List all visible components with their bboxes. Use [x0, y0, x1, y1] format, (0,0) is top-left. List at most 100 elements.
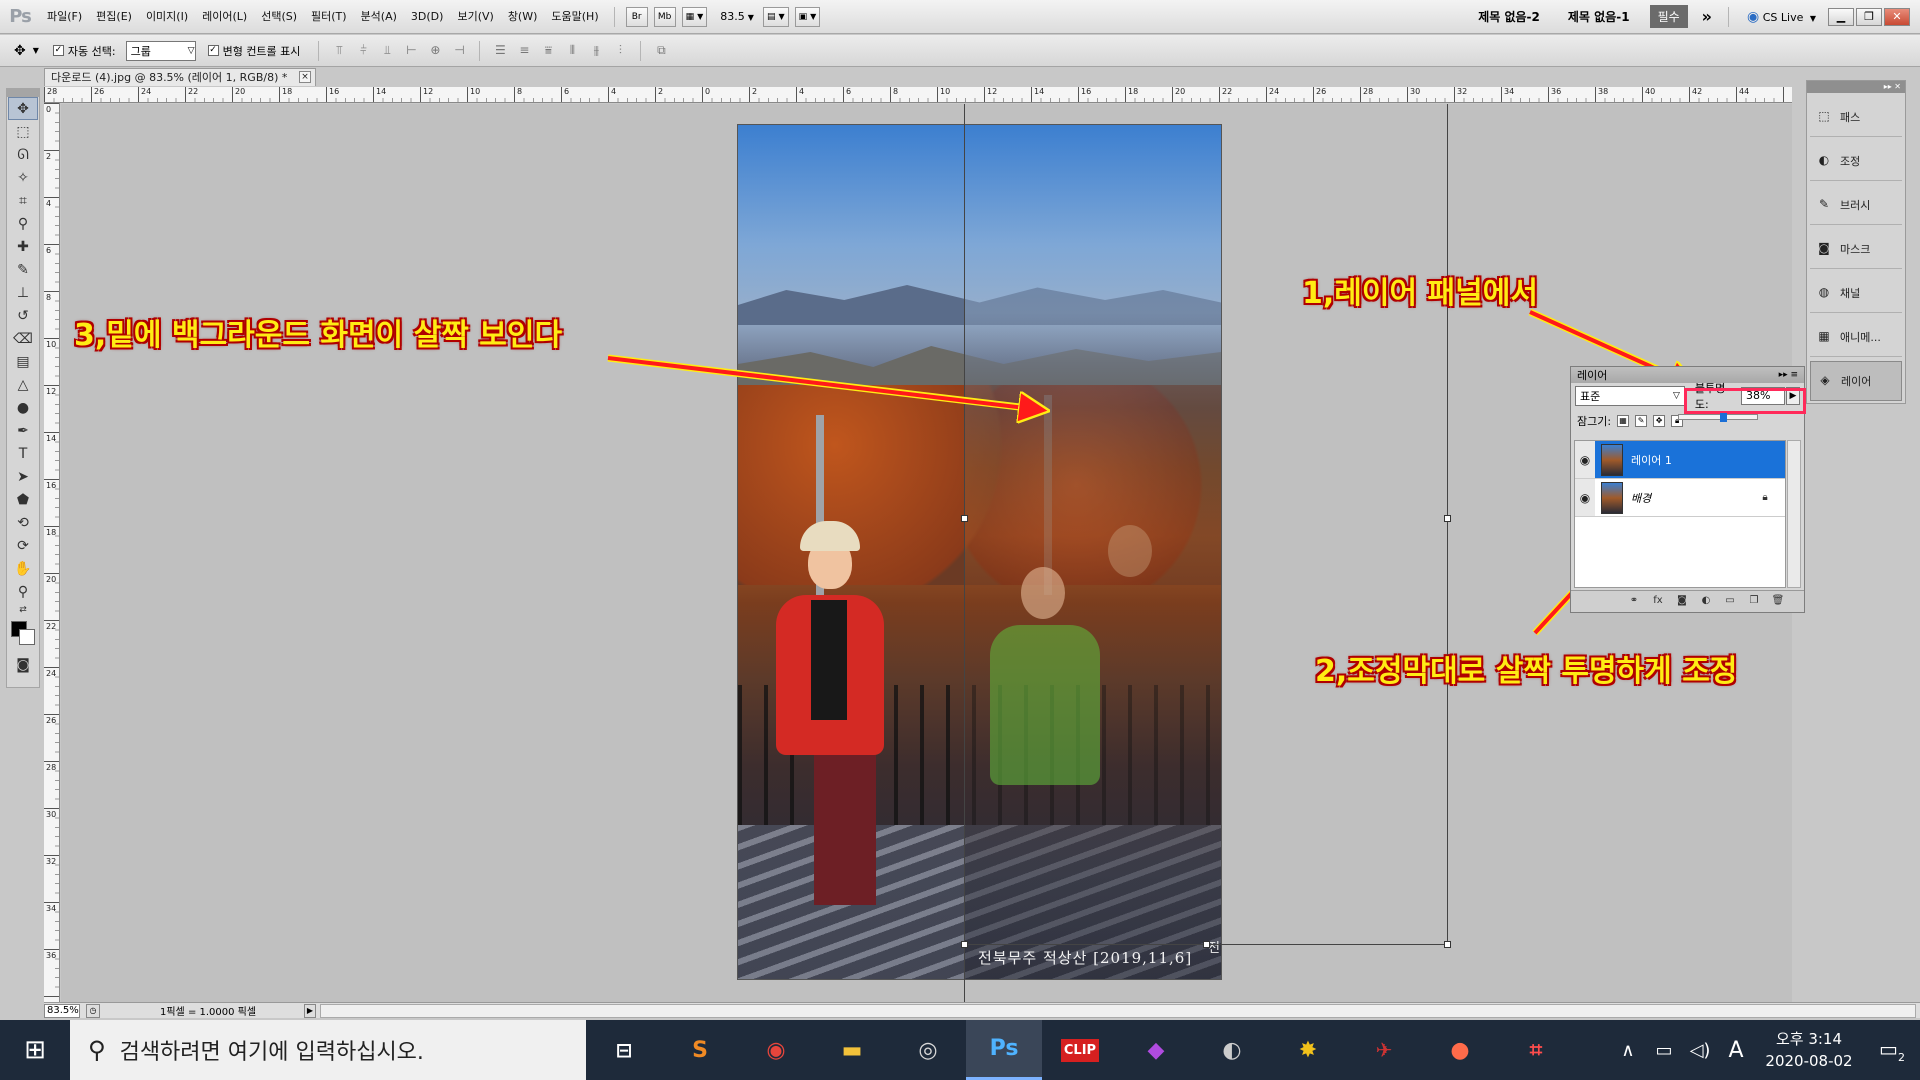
- minimize-button[interactable]: ▁: [1828, 7, 1854, 26]
- menu-3d[interactable]: 3D(D): [404, 0, 451, 34]
- lock-position-icon[interactable]: ✥: [1653, 415, 1666, 427]
- link-layers-icon[interactable]: ⚭: [1626, 595, 1642, 609]
- panel-tab-paths[interactable]: ⬚ 패스: [1810, 97, 1902, 137]
- close-document-icon[interactable]: ×: [299, 71, 311, 83]
- panel-tab-brushes[interactable]: ✎ 브러시: [1810, 185, 1902, 225]
- menu-view[interactable]: 보기(V): [450, 0, 500, 34]
- healing-brush-tool-icon[interactable]: ✚: [8, 235, 38, 258]
- path-select-tool-icon[interactable]: ➤: [8, 465, 38, 488]
- transform-handle-br[interactable]: [1444, 941, 1451, 948]
- close-window-button[interactable]: ✕: [1884, 7, 1910, 26]
- align-left-icon[interactable]: ⊢: [402, 43, 420, 59]
- lock-transparent-icon[interactable]: ▦: [1617, 415, 1630, 427]
- lasso-tool-icon[interactable]: ᘏ: [8, 143, 38, 166]
- eraser-tool-icon[interactable]: ⌫: [8, 327, 38, 350]
- align-vcenter-icon[interactable]: ⫩: [354, 43, 372, 59]
- transform-handle-r[interactable]: [1444, 515, 1451, 522]
- add-mask-icon[interactable]: ◙: [1674, 595, 1690, 609]
- pen-tool-icon[interactable]: ✒: [8, 419, 38, 442]
- photoscape-icon[interactable]: ◎: [890, 1020, 966, 1080]
- panel-tab-layers[interactable]: ◈ 레이어: [1810, 361, 1902, 401]
- chrome-icon[interactable]: ◉: [738, 1020, 814, 1080]
- menu-window[interactable]: 창(W): [501, 0, 545, 34]
- start-button[interactable]: ⊞: [0, 1020, 70, 1080]
- transform-bounding-box[interactable]: [961, 104, 1451, 948]
- delete-layer-icon[interactable]: 🗑︎: [1770, 595, 1786, 609]
- menu-help[interactable]: 도움말(H): [544, 0, 605, 34]
- ime-indicator[interactable]: A: [1718, 1038, 1754, 1063]
- vertical-ruler[interactable]: 0 2 4 6 8 10 12 14 16 18 20 22 24 26 28 30 32 34 36: [44, 103, 60, 1003]
- panel-tab-masks[interactable]: ◙ 마스크: [1810, 229, 1902, 269]
- workspace-untitled-1[interactable]: 제목 없음-1: [1554, 8, 1644, 25]
- blur-tool-icon[interactable]: △: [8, 373, 38, 396]
- panel-tab-animation[interactable]: ▦ 애니메...: [1810, 317, 1902, 357]
- 3d-rotate-tool-icon[interactable]: ⟲: [8, 511, 38, 534]
- panel-menu-icon[interactable]: ▸▸ ≡: [1779, 370, 1798, 380]
- menu-file[interactable]: 파일(F): [40, 0, 89, 34]
- layer-row-layer-1[interactable]: ◉ 레이어 1: [1575, 441, 1785, 479]
- tool-preset-chevron-icon[interactable]: ▼: [33, 46, 39, 55]
- zoom-tool-icon[interactable]: ⚲: [8, 580, 38, 603]
- distribute-right-icon[interactable]: ⫶: [611, 43, 629, 59]
- crop-tool-icon[interactable]: ⌗: [8, 189, 38, 212]
- paint-drop-icon[interactable]: ◆: [1118, 1020, 1194, 1080]
- panel-dock-header[interactable]: ▸▸ ✕: [1807, 81, 1905, 93]
- layers-scrollbar[interactable]: [1787, 440, 1801, 588]
- transform-handle-bl[interactable]: [961, 941, 968, 948]
- satellite-app-icon[interactable]: ✈: [1346, 1020, 1422, 1080]
- new-layer-icon[interactable]: ❐: [1746, 595, 1762, 609]
- restore-button[interactable]: ❐: [1856, 7, 1882, 26]
- align-hcenter-icon[interactable]: ⊕: [426, 43, 444, 59]
- photoshop-taskbar-icon[interactable]: Ps: [966, 1020, 1042, 1080]
- brush-tool-icon[interactable]: ✎: [8, 258, 38, 281]
- 3d-orbit-tool-icon[interactable]: ⟳: [8, 534, 38, 557]
- color-swatches[interactable]: [7, 617, 39, 653]
- horizontal-ruler[interactable]: 28 26 24 22 20 18 16 14 12 10 8 6 4 2 0 2 4 6 8 10 12 14 16 18 2…: [44, 87, 1792, 103]
- taskbar-search[interactable]: ⚲ 검색하려면 여기에 입력하십시오.: [70, 1020, 586, 1080]
- swap-colors-icon[interactable]: ⇄: [8, 603, 38, 617]
- screen-mode-button[interactable]: ▣ ▼: [794, 6, 821, 27]
- bear-app-icon[interactable]: ●: [1422, 1020, 1498, 1080]
- canvas-area[interactable]: 전북무주 적상산 [2019,11,6] 전: [61, 104, 1792, 1002]
- blend-mode-dropdown[interactable]: 표준 ▽: [1575, 386, 1685, 406]
- tools-panel-grip[interactable]: [7, 89, 39, 97]
- taskbar-clock[interactable]: 오후 3:14 2020-08-02: [1754, 1028, 1864, 1072]
- transform-handle-b[interactable]: [1203, 941, 1210, 948]
- new-group-icon[interactable]: ▭: [1722, 595, 1738, 609]
- layers-panel-header[interactable]: 레이어 ▸▸ ≡: [1571, 367, 1804, 383]
- show-hidden-icons-icon[interactable]: ∧: [1610, 1040, 1646, 1061]
- gradient-tool-icon[interactable]: ▤: [8, 350, 38, 373]
- view-extras-button[interactable]: ▦ ▼: [681, 6, 708, 27]
- layer-row-background[interactable]: ◉ 배경 🔒︎: [1575, 479, 1785, 517]
- shape-tool-icon[interactable]: ⬟: [8, 488, 38, 511]
- panel-tab-channels[interactable]: ◍ 채널: [1810, 273, 1902, 313]
- workspace-untitled-2[interactable]: 제목 없음-2: [1464, 8, 1554, 25]
- eyedropper-tool-icon[interactable]: ⚲: [8, 212, 38, 235]
- workspace-essentials[interactable]: 필수: [1649, 5, 1688, 28]
- align-top-icon[interactable]: ⫪: [330, 43, 348, 59]
- opacity-slider-track[interactable]: [1678, 414, 1758, 420]
- workspace-more-icon[interactable]: »: [1694, 7, 1720, 26]
- lock-image-icon[interactable]: ✎: [1635, 415, 1648, 427]
- hand-tool-icon[interactable]: ✋: [8, 557, 38, 580]
- align-right-icon[interactable]: ⊣: [450, 43, 468, 59]
- menu-image[interactable]: 이미지(I): [139, 0, 195, 34]
- mini-bridge-button[interactable]: Mb: [653, 6, 676, 27]
- quick-select-tool-icon[interactable]: ✧: [8, 166, 38, 189]
- visibility-eye-icon[interactable]: ◉: [1575, 479, 1595, 516]
- auto-align-icon[interactable]: ⧉: [652, 43, 670, 59]
- auto-select-checkbox[interactable]: ✓: [52, 45, 64, 56]
- pro-app-icon[interactable]: ◐: [1194, 1020, 1270, 1080]
- opacity-slider-thumb[interactable]: [1720, 413, 1728, 422]
- move-tool-icon[interactable]: ✥: [8, 97, 38, 120]
- distribute-top-icon[interactable]: ☰: [491, 43, 509, 59]
- type-tool-icon[interactable]: T: [8, 442, 38, 465]
- network-icon[interactable]: ▭: [1646, 1040, 1682, 1061]
- distribute-left-icon[interactable]: ⫴: [563, 43, 581, 59]
- menu-edit[interactable]: 편집(E): [89, 0, 139, 34]
- visibility-eye-icon[interactable]: ◉: [1575, 441, 1595, 478]
- notifications-button[interactable]: ▭2: [1864, 1037, 1920, 1064]
- distribute-hcenter-icon[interactable]: ⫵: [587, 43, 605, 59]
- menu-select[interactable]: 선택(S): [254, 0, 304, 34]
- background-color-swatch[interactable]: [19, 629, 35, 645]
